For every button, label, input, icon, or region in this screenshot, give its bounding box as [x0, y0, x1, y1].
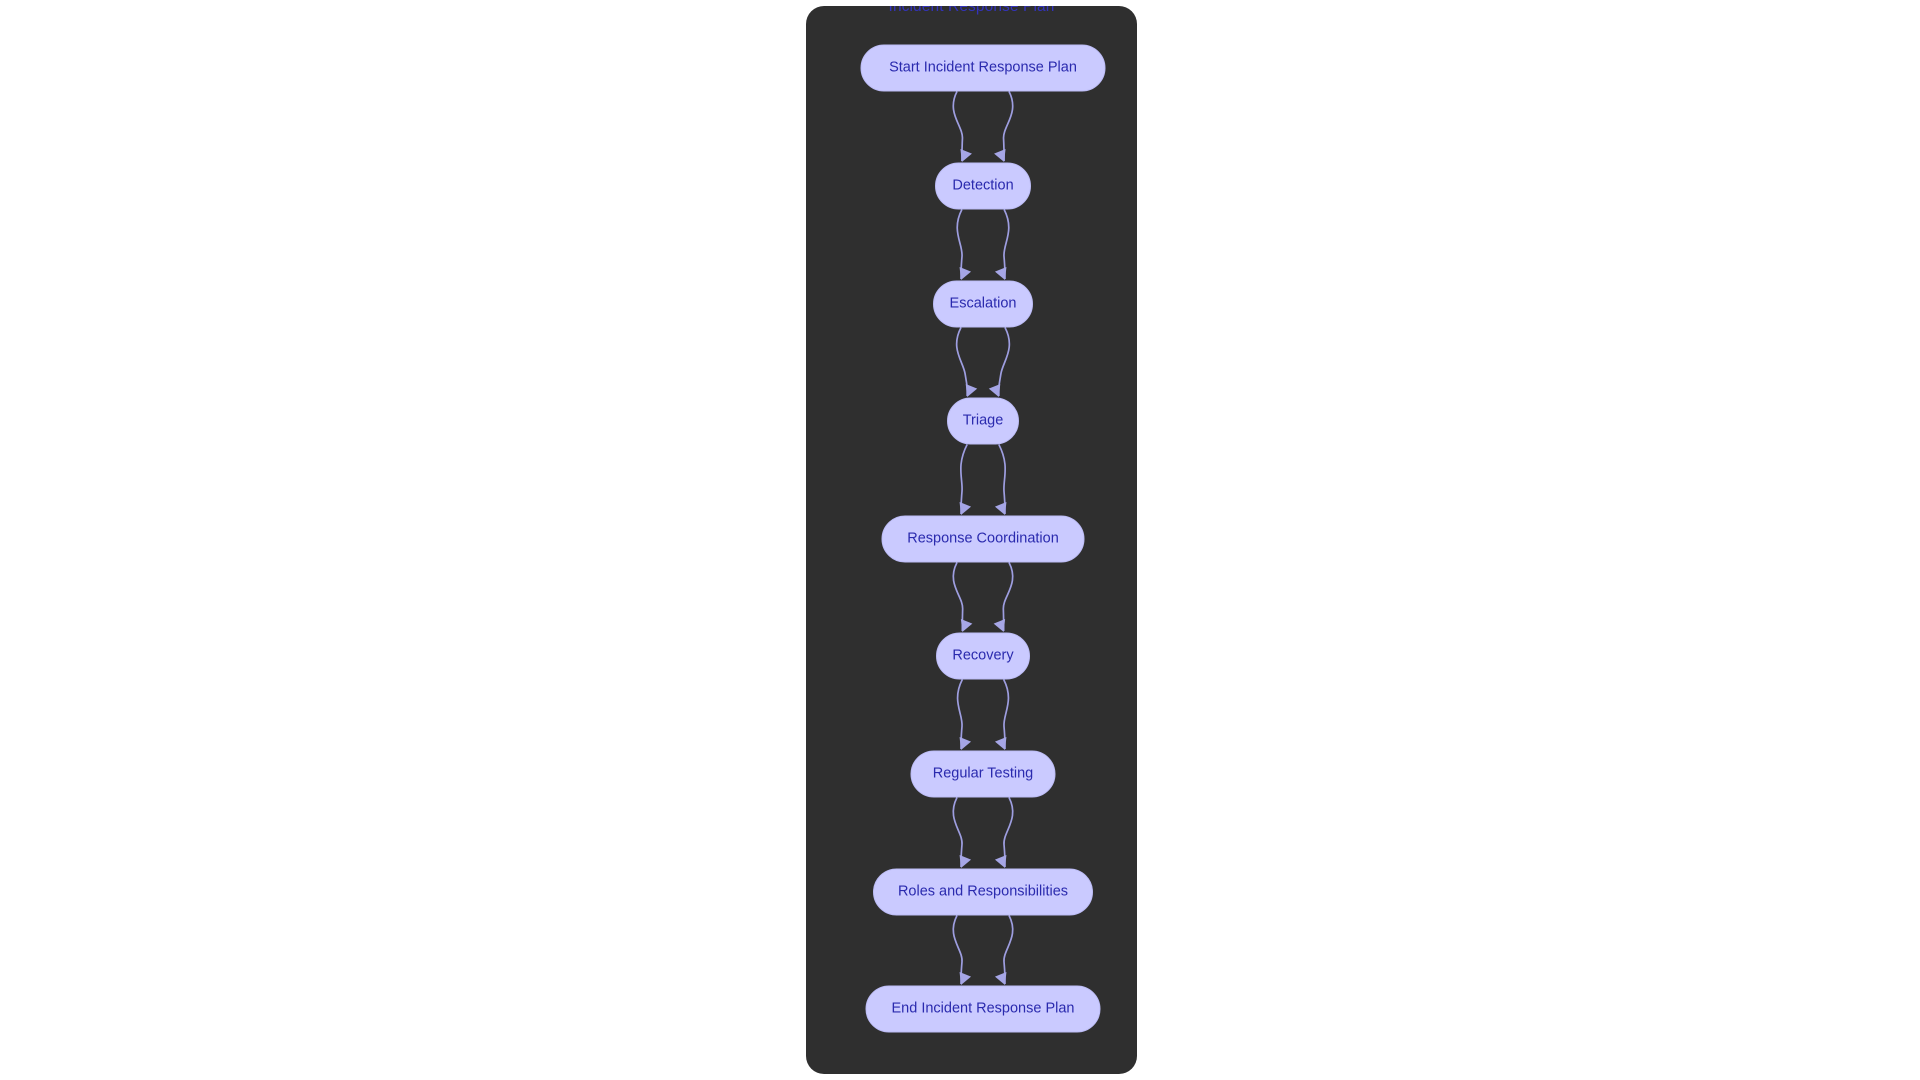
node-label: Roles and Responsibilities — [897, 883, 1069, 900]
node-label: Response Coordination — [907, 530, 1059, 547]
node-label: Escalation — [949, 295, 1017, 312]
node-start[interactable]: Start Incident Response Plan — [860, 44, 1106, 92]
node-label: Recovery — [952, 647, 1014, 664]
node-testing[interactable]: Regular Testing — [910, 750, 1056, 798]
node-layer: Start Incident Response Plan Detection Esc… — [806, 6, 1137, 1074]
diagram-panel: Incident Response Plan Start Incident Re… — [806, 6, 1137, 1074]
node-label: Regular Testing — [932, 765, 1034, 782]
node-roles[interactable]: Roles and Responsibilities — [873, 868, 1093, 916]
node-label: Start Incident Response Plan — [889, 59, 1077, 76]
node-response[interactable]: Response Coordination — [881, 515, 1085, 563]
node-escalation[interactable]: Escalation — [933, 280, 1033, 328]
screenshot-canvas: Incident Response Plan Start Incident Re… — [0, 0, 1920, 1080]
node-label: Triage — [962, 412, 1004, 429]
node-label: End Incident Response Plan — [891, 1000, 1075, 1017]
node-detection[interactable]: Detection — [935, 162, 1031, 210]
node-recovery[interactable]: Recovery — [936, 632, 1030, 680]
node-triage[interactable]: Triage — [947, 397, 1019, 445]
node-end[interactable]: End Incident Response Plan — [865, 985, 1101, 1033]
node-label: Detection — [952, 177, 1014, 194]
